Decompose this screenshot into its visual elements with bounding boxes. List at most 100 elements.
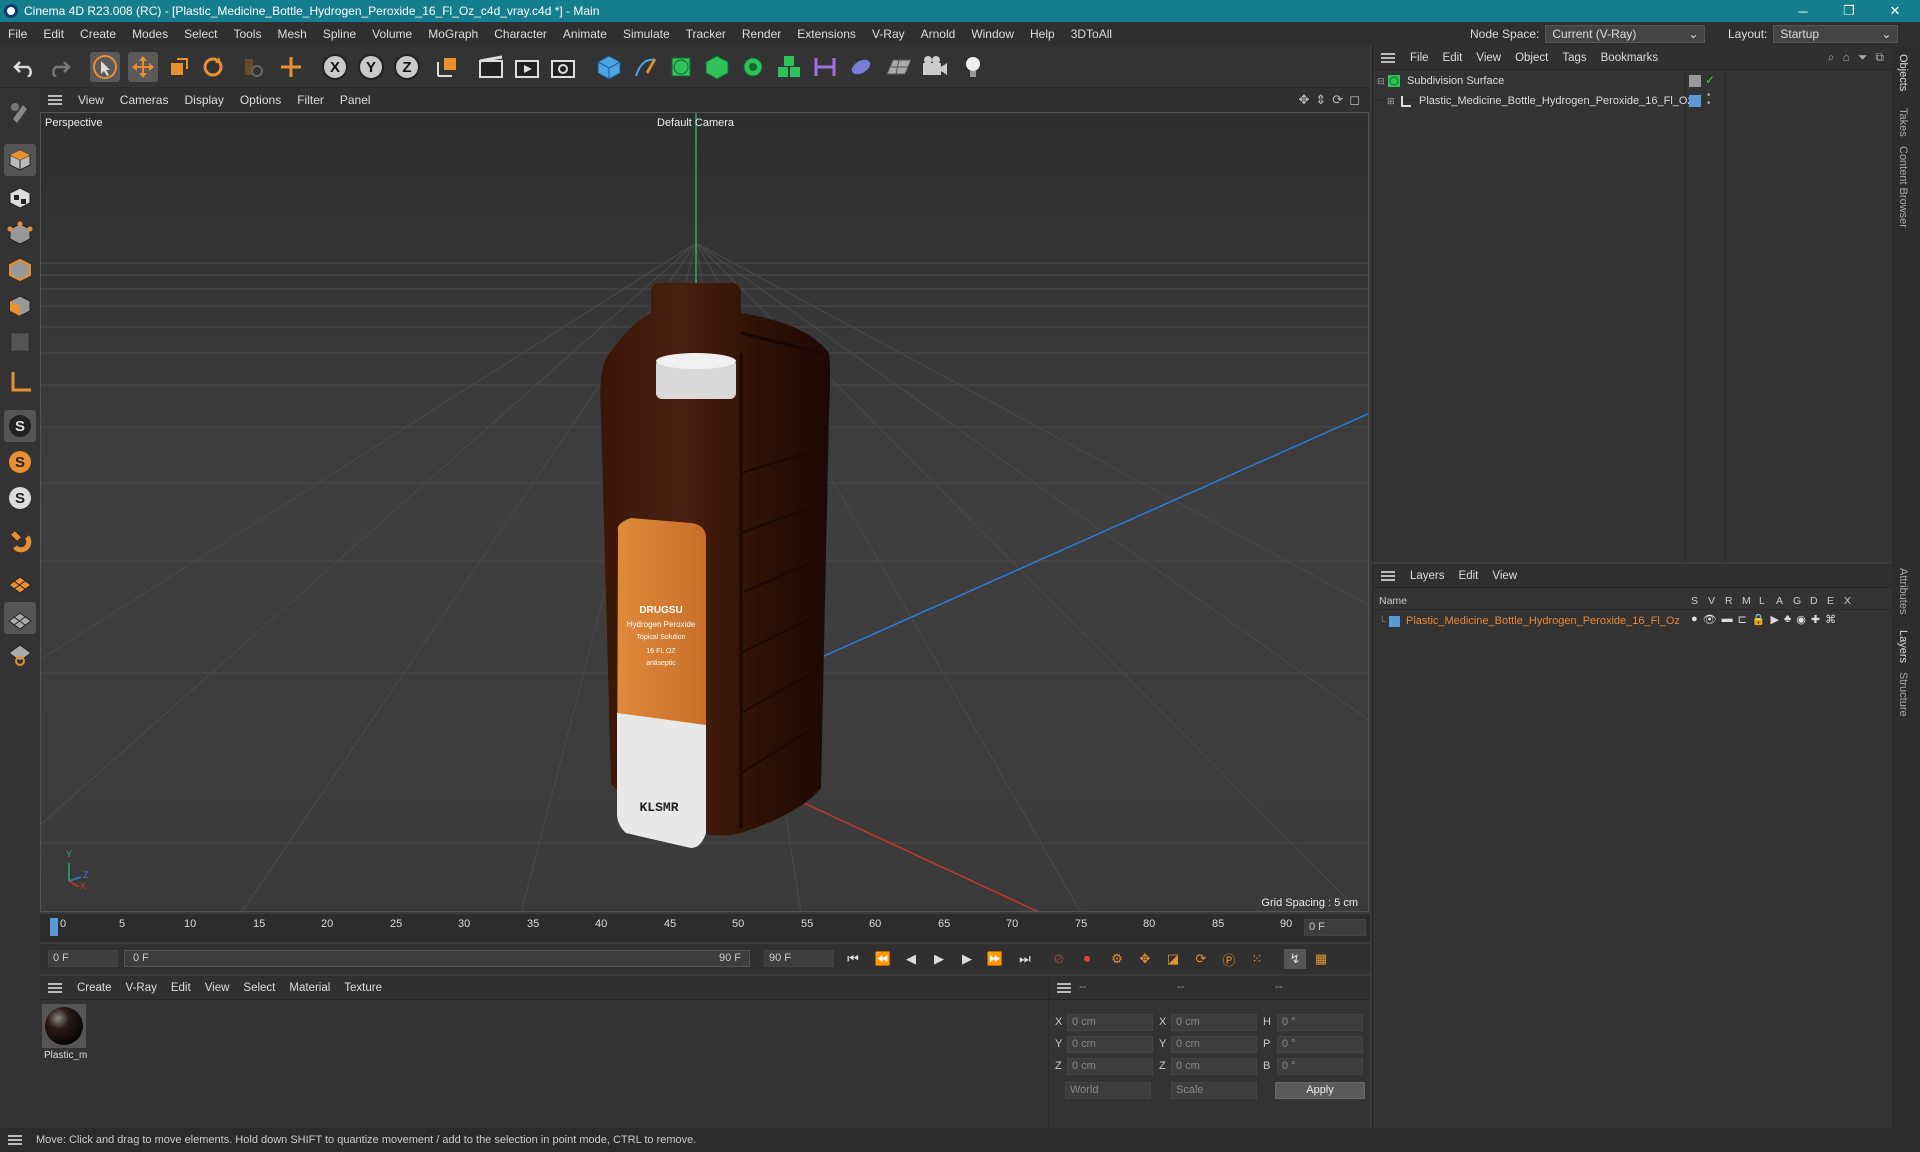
layer-color-swatch[interactable] <box>1389 615 1400 627</box>
material-menu-create[interactable]: Create <box>70 982 119 994</box>
coord-rot-b-field[interactable]: 0 ° <box>1277 1058 1363 1075</box>
coord-size-x-field[interactable]: 0 cm <box>1171 1014 1257 1031</box>
coord-pos-y-field[interactable]: 0 cm <box>1067 1036 1153 1053</box>
polygons-mode-button[interactable] <box>4 290 36 322</box>
objects-menu-edit[interactable]: Edit <box>1436 52 1470 64</box>
menu-spline[interactable]: Spline <box>315 27 364 41</box>
status-hamburger-icon[interactable] <box>8 1135 22 1145</box>
edges-mode-button[interactable] <box>4 254 36 286</box>
layer-lock-icon[interactable]: 🔒 <box>1752 613 1766 626</box>
viewport-menu-display[interactable]: Display <box>176 93 231 107</box>
prev-key-button[interactable]: ⏪ <box>872 949 894 969</box>
motion-clip-button[interactable]: ↯ <box>1284 949 1306 969</box>
timeline-playhead[interactable] <box>50 918 58 936</box>
next-key-button[interactable]: ⏩ <box>984 949 1006 969</box>
home-icon[interactable]: ⌂ <box>1843 50 1850 65</box>
menu-render[interactable]: Render <box>734 27 789 41</box>
menu-window[interactable]: Window <box>963 27 1022 41</box>
goto-start-button[interactable]: ⏮ <box>842 949 864 969</box>
tab-attributes[interactable]: Attributes <box>1897 568 1909 614</box>
viewport-menu-panel[interactable]: Panel <box>332 93 379 107</box>
menu-help[interactable]: Help <box>1022 27 1063 41</box>
x-axis-lock-button[interactable]: X <box>320 52 350 82</box>
timeline-window-button[interactable]: ▦ <box>1310 949 1332 969</box>
layers-menu-layers[interactable]: Layers <box>1403 570 1452 582</box>
object-row-subdivision[interactable]: ⊟ Subdivision Surface ✓ <box>1377 72 1877 90</box>
coordinates-hamburger-icon[interactable] <box>1057 982 1071 993</box>
material-menu-view[interactable]: View <box>198 982 237 994</box>
menu-modes[interactable]: Modes <box>124 27 176 41</box>
mograph-fracture-button[interactable] <box>774 52 804 82</box>
dolly-view-icon[interactable]: ⇕ <box>1315 92 1326 108</box>
start-frame-field[interactable]: 0 F <box>48 950 118 967</box>
y-axis-lock-button[interactable]: Y <box>356 52 386 82</box>
render-view-button[interactable] <box>476 52 506 82</box>
layout-dropdown[interactable]: Startup ⌄ <box>1773 25 1899 43</box>
tab-objects[interactable]: Objects <box>1897 54 1909 91</box>
objects-hamburger-icon[interactable] <box>1381 52 1395 63</box>
magnet-tool-button[interactable] <box>4 524 36 556</box>
mograph-cloner-button[interactable] <box>738 52 768 82</box>
layers-hamburger-icon[interactable] <box>1381 570 1395 581</box>
visibility-toggle-icon[interactable] <box>1689 75 1701 87</box>
layer-view-eye-icon[interactable]: 👁 <box>1703 613 1717 626</box>
layer-animation-icon[interactable]: ▶ <box>1771 613 1779 626</box>
layer-expressions-icon[interactable]: ✚ <box>1811 613 1820 626</box>
auto-key-button[interactable]: ⏺ <box>1076 949 1098 969</box>
objects-menu-object[interactable]: Object <box>1508 52 1555 64</box>
restore-button[interactable]: ❐ <box>1826 0 1872 22</box>
current-frame-field[interactable]: 0 F <box>1304 919 1366 936</box>
end-frame-field[interactable]: 90 F <box>764 950 834 967</box>
layer-generators-icon[interactable]: ♣ <box>1784 613 1791 626</box>
viewport-hamburger-icon[interactable] <box>48 95 62 105</box>
objects-menu-bookmarks[interactable]: Bookmarks <box>1594 52 1666 64</box>
coord-pos-z-field[interactable]: 0 cm <box>1067 1058 1153 1075</box>
render-settings-button[interactable] <box>548 52 578 82</box>
render-picture-viewer-button[interactable] <box>512 52 542 82</box>
close-button[interactable]: ✕ <box>1872 0 1918 22</box>
snap-button[interactable]: S <box>4 410 36 442</box>
key-selection-button[interactable]: ⚙ <box>1106 949 1128 969</box>
camera-button[interactable] <box>920 52 950 82</box>
maximize-view-icon[interactable]: ◻ <box>1349 92 1360 108</box>
cube-object-button[interactable] <box>594 52 624 82</box>
menu-mesh[interactable]: Mesh <box>269 27 314 41</box>
texture-mode-button[interactable] <box>4 182 36 214</box>
enabled-check-icon[interactable]: ✓ <box>1705 73 1715 87</box>
frame-range-slider[interactable]: 0 F 90 F <box>124 950 750 967</box>
light-button[interactable] <box>958 52 988 82</box>
rotate-view-icon[interactable]: ⟳ <box>1332 92 1343 108</box>
viewport-camera-name[interactable]: Default Camera <box>657 117 734 129</box>
menu-simulate[interactable]: Simulate <box>615 27 678 41</box>
tab-structure[interactable]: Structure <box>1897 672 1909 717</box>
material-menu-vray[interactable]: V-Ray <box>119 982 164 994</box>
objects-menu-file[interactable]: File <box>1403 52 1436 64</box>
timeline-ruler[interactable]: 0 5 10 15 20 25 30 35 40 45 50 55 60 65 … <box>40 914 1370 942</box>
objects-menu-view[interactable]: View <box>1469 52 1508 64</box>
objects-menu-tags[interactable]: Tags <box>1555 52 1593 64</box>
points-mode-button[interactable] <box>4 218 36 250</box>
material-menu-texture[interactable]: Texture <box>337 982 389 994</box>
soft-selection-button[interactable]: S <box>4 446 36 478</box>
layer-solo-icon[interactable]: ● <box>1691 613 1698 626</box>
spline-pen-button[interactable] <box>630 52 660 82</box>
pan-view-icon[interactable]: ✥ <box>1298 92 1309 108</box>
z-axis-lock-button[interactable]: Z <box>392 52 422 82</box>
world-axis-button[interactable] <box>276 52 306 82</box>
symmetry-button[interactable]: S <box>4 482 36 514</box>
coord-size-y-field[interactable]: 0 cm <box>1171 1036 1257 1053</box>
object-row-bottle[interactable]: ⊞ Plastic_Medicine_Bottle_Hydrogen_Perox… <box>1387 91 1887 110</box>
planar-workplane-button[interactable] <box>4 638 36 670</box>
search-icon[interactable]: ⌕ <box>1828 50 1835 65</box>
new-window-icon[interactable]: ⧉ <box>1875 50 1884 65</box>
material-menu-select[interactable]: Select <box>236 982 282 994</box>
filter-icon[interactable]: ⏷ <box>1858 50 1868 65</box>
coord-rot-h-field[interactable]: 0 ° <box>1277 1014 1363 1031</box>
menu-file[interactable]: File <box>0 27 35 41</box>
record-keys-button[interactable]: ⊘ <box>1048 949 1070 969</box>
coord-rot-p-field[interactable]: 0 ° <box>1277 1036 1363 1053</box>
rotate-tool-button[interactable] <box>198 52 228 82</box>
key-parameter-button[interactable]: Ⓟ <box>1218 949 1240 969</box>
redo-button[interactable] <box>44 52 74 82</box>
layer-xref-icon[interactable]: ⌘ <box>1825 613 1836 626</box>
